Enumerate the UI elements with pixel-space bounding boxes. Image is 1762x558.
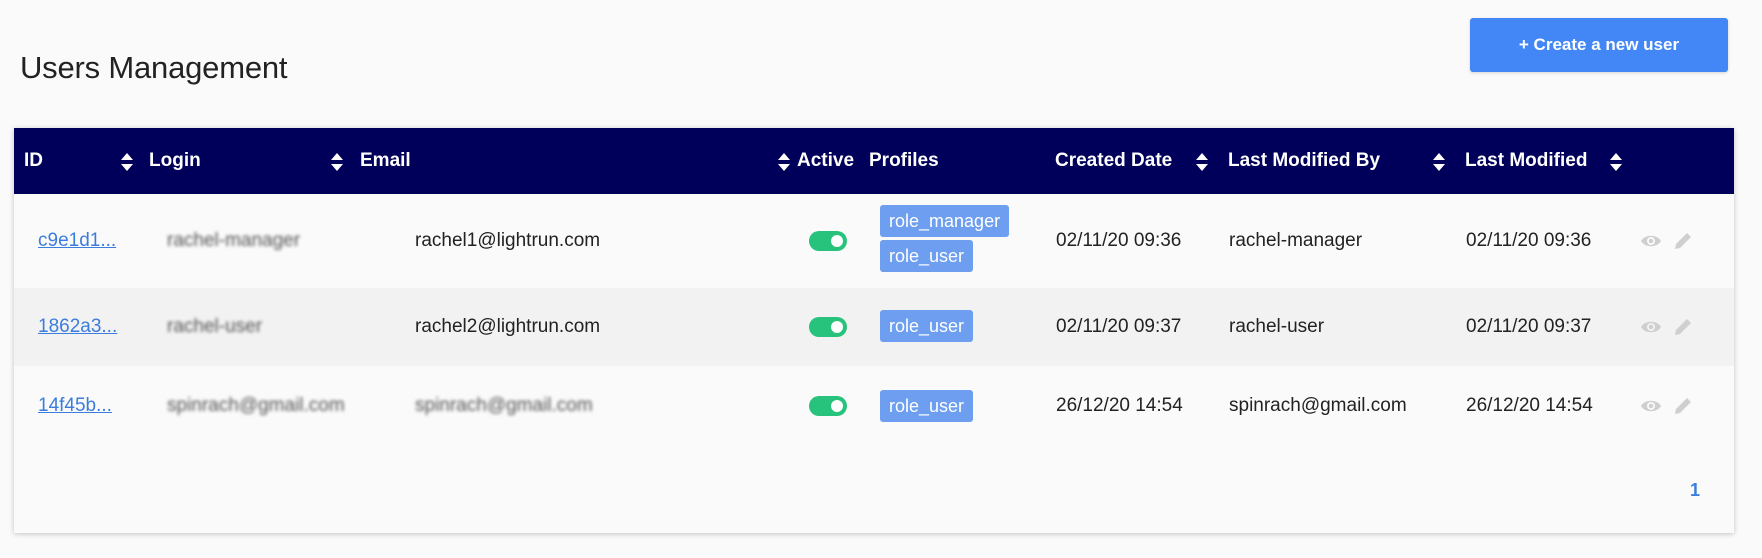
sort-icon[interactable] — [120, 151, 134, 173]
users-management-page: Users Management + Create a new user ID … — [0, 0, 1762, 558]
eye-icon[interactable] — [1640, 316, 1662, 338]
created-date: 02/11/20 09:36 — [1056, 230, 1182, 251]
sort-icon[interactable] — [777, 151, 791, 173]
table-header: ID Login Email Active Profiles Created D… — [14, 128, 1734, 194]
user-id-link[interactable]: 14f45b... — [38, 395, 112, 417]
column-header-active: Active — [797, 150, 855, 171]
pencil-icon[interactable] — [1672, 230, 1694, 252]
column-header-profiles: Profiles — [869, 150, 939, 171]
last-modified-by: spinrach@gmail.com — [1229, 395, 1407, 416]
user-email: rachel1@lightrun.com — [415, 230, 601, 251]
active-toggle[interactable] — [809, 396, 847, 416]
table-row: 14f45b... spinrach@gmail.com spinrach@gm… — [14, 366, 1734, 446]
page-title: Users Management — [20, 50, 288, 85]
profile-tag: role_user — [880, 390, 974, 422]
sort-icon[interactable] — [330, 151, 344, 173]
users-table: ID Login Email Active Profiles Created D… — [14, 128, 1734, 533]
user-login: rachel-user — [167, 316, 263, 337]
table-row: 1862a3... rachel-user rachel2@lightrun.c… — [14, 288, 1734, 366]
user-email: spinrach@gmail.com — [415, 395, 593, 416]
profile-tag: role_user — [880, 240, 974, 272]
pencil-icon[interactable] — [1672, 395, 1694, 417]
created-date: 26/12/20 14:54 — [1056, 395, 1183, 416]
column-header-email[interactable]: Email — [360, 128, 411, 194]
active-toggle[interactable] — [809, 231, 847, 251]
last-modified-by: rachel-user — [1229, 316, 1325, 337]
sort-icon[interactable] — [1609, 151, 1623, 173]
last-modified: 02/11/20 09:37 — [1466, 316, 1592, 337]
created-date: 02/11/20 09:37 — [1056, 316, 1182, 337]
column-header-id[interactable]: ID — [24, 128, 43, 194]
last-modified: 26/12/20 14:54 — [1466, 395, 1593, 416]
sort-icon[interactable] — [1195, 151, 1209, 173]
column-header-last-modified-by[interactable]: Last Modified By — [1228, 128, 1380, 194]
eye-icon[interactable] — [1640, 230, 1662, 252]
user-id-link[interactable]: c9e1d1... — [38, 230, 116, 252]
profile-tag: role_user — [880, 310, 974, 342]
create-user-button[interactable]: + Create a new user — [1470, 18, 1728, 72]
table-row: c9e1d1... rachel-manager rachel1@lightru… — [14, 194, 1734, 288]
eye-icon[interactable] — [1640, 395, 1662, 417]
user-login: rachel-manager — [167, 230, 301, 251]
user-email: rachel2@lightrun.com — [415, 316, 601, 337]
sort-icon[interactable] — [1432, 151, 1446, 173]
column-header-created-date[interactable]: Created Date — [1055, 128, 1172, 194]
profile-tag: role_manager — [880, 205, 1010, 237]
column-header-last-modified[interactable]: Last Modified — [1465, 128, 1587, 194]
last-modified: 02/11/20 09:36 — [1466, 230, 1592, 251]
column-header-login[interactable]: Login — [149, 128, 201, 194]
pencil-icon[interactable] — [1672, 316, 1694, 338]
user-login: spinrach@gmail.com — [167, 395, 345, 416]
active-toggle[interactable] — [809, 317, 847, 337]
pagination-page-1[interactable]: 1 — [1690, 480, 1700, 501]
last-modified-by: rachel-manager — [1229, 230, 1363, 251]
user-id-link[interactable]: 1862a3... — [38, 316, 117, 338]
